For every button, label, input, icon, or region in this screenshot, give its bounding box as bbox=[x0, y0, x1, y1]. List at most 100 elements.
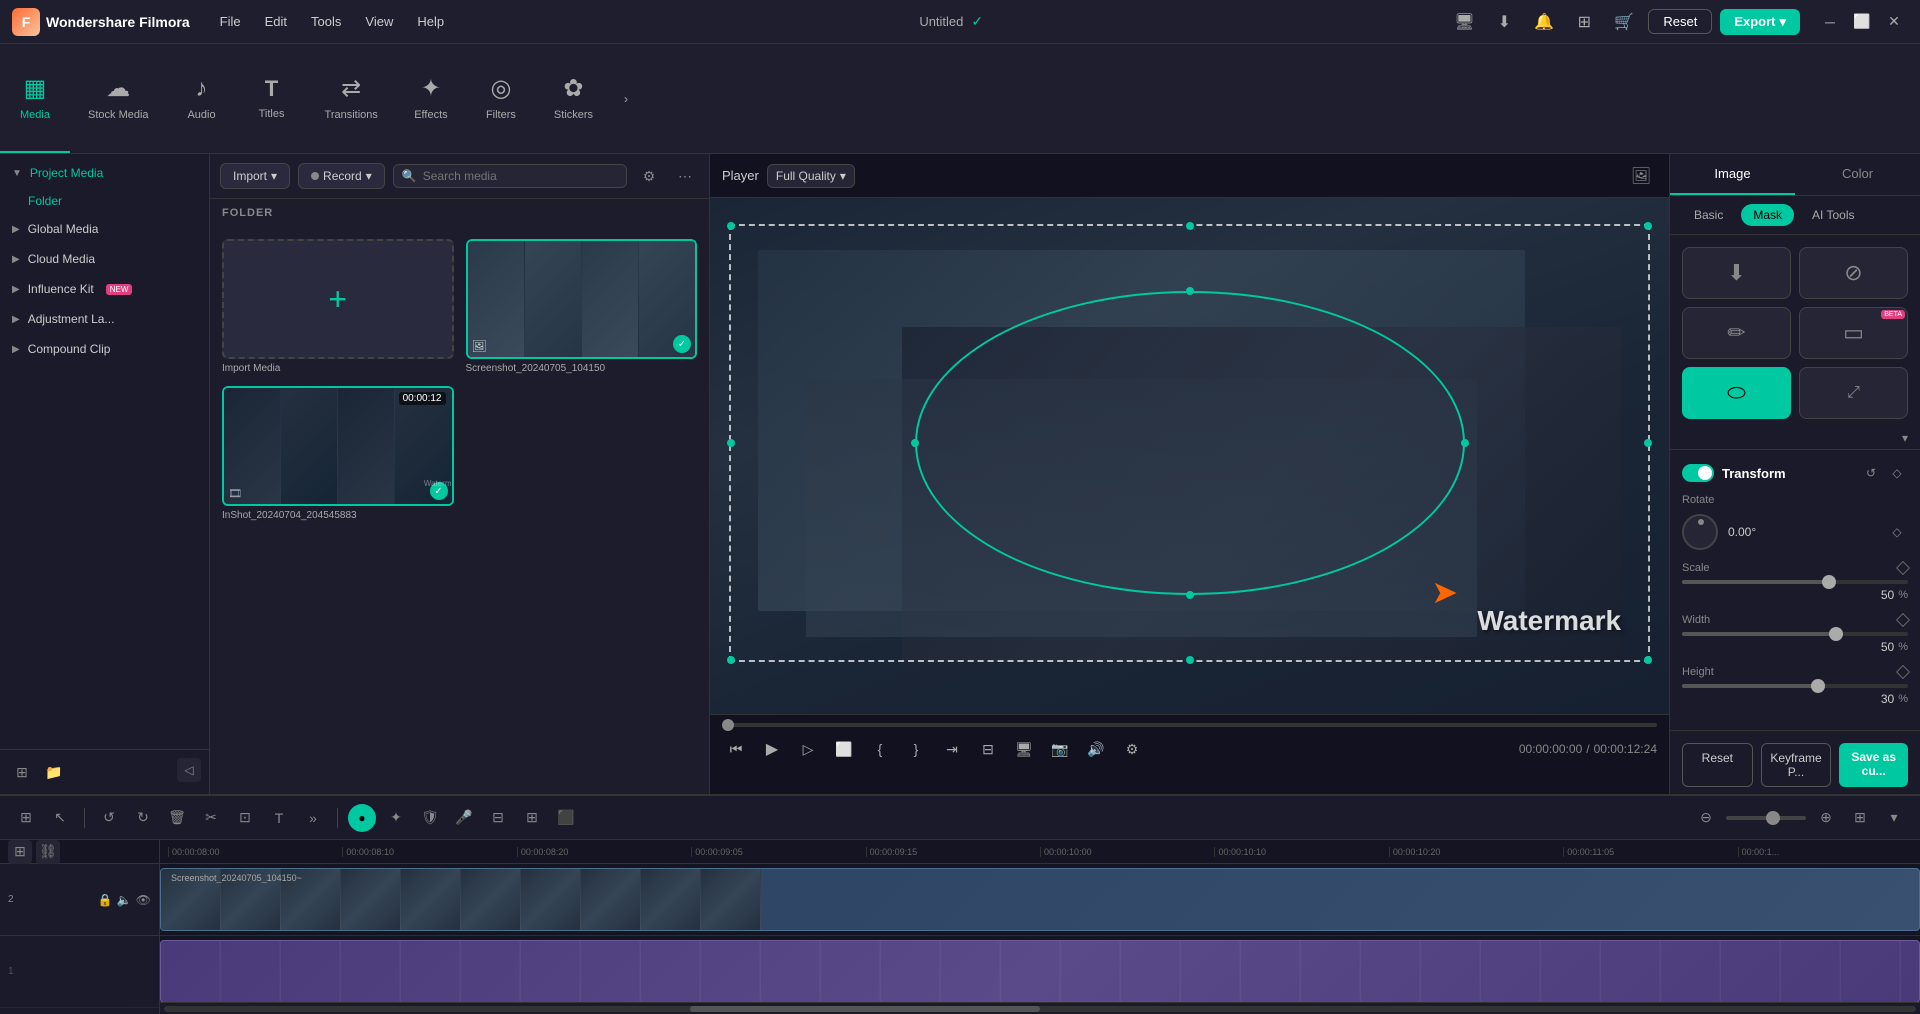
tool-transitions[interactable]: ⇄ Transitions bbox=[307, 44, 396, 153]
export-button[interactable]: Export ▾ bbox=[1720, 9, 1800, 35]
time-bar[interactable] bbox=[722, 723, 1657, 727]
sidebar-add-folder-button[interactable]: ⊞ bbox=[8, 758, 36, 786]
menu-tools[interactable]: Tools bbox=[301, 10, 351, 33]
tl-shield-button[interactable]: 🛡 bbox=[416, 804, 444, 832]
add-video-track-button[interactable]: ⊞ bbox=[8, 840, 32, 864]
mask-tool-pen[interactable]: ✏ bbox=[1682, 307, 1791, 359]
mark-in-button[interactable]: { bbox=[866, 735, 894, 763]
import-placeholder-thumb[interactable]: + bbox=[222, 239, 454, 359]
more-options-button[interactable]: ⋯ bbox=[671, 162, 699, 190]
notification-icon[interactable]: 🔔 bbox=[1528, 6, 1560, 38]
sub-tab-ai-tools[interactable]: AI Tools bbox=[1800, 204, 1866, 226]
tl-undo-button[interactable]: ↺ bbox=[95, 804, 123, 832]
menu-file[interactable]: File bbox=[210, 10, 251, 33]
minimize-button[interactable]: ─ bbox=[1816, 8, 1844, 36]
zoom-slider[interactable] bbox=[1726, 816, 1806, 820]
tl-view-options-button[interactable]: ⊞ bbox=[1846, 804, 1874, 832]
tab-image[interactable]: Image bbox=[1670, 154, 1795, 195]
tool-stock-media[interactable]: ☁ Stock Media bbox=[70, 44, 167, 153]
height-track[interactable] bbox=[1682, 684, 1908, 688]
sidebar-item-global-media[interactable]: ▶ Global Media bbox=[0, 214, 209, 244]
sub-tab-mask[interactable]: Mask bbox=[1741, 204, 1794, 226]
sidebar-item-compound-clip[interactable]: ▶ Compound Clip bbox=[0, 334, 209, 364]
sidebar-item-project-media[interactable]: ▼ Project Media bbox=[0, 158, 209, 188]
screenshot-thumb[interactable]: ✓ 🖼 bbox=[466, 239, 698, 359]
monitor-icon[interactable]: 🖥 bbox=[1448, 6, 1480, 38]
search-input[interactable] bbox=[423, 169, 618, 183]
tl-text-button[interactable]: T bbox=[265, 804, 293, 832]
volume-button[interactable]: 🔊 bbox=[1082, 735, 1110, 763]
time-knob[interactable] bbox=[722, 719, 734, 731]
tl-record-button[interactable]: ● bbox=[348, 804, 376, 832]
tl-zoom-out-button[interactable]: ⊖ bbox=[1692, 804, 1720, 832]
menu-view[interactable]: View bbox=[355, 10, 403, 33]
quality-select[interactable]: Full Quality ▾ bbox=[767, 164, 855, 188]
monitor-button[interactable]: 🖥 bbox=[1010, 735, 1038, 763]
loop-button[interactable]: ⊟ bbox=[974, 735, 1002, 763]
height-handle[interactable] bbox=[1811, 679, 1825, 693]
tool-effects[interactable]: ✦ Effects bbox=[396, 44, 466, 153]
snapshot-button[interactable]: 📷 bbox=[1046, 735, 1074, 763]
tool-more-button[interactable]: › bbox=[611, 44, 641, 153]
scale-handle[interactable] bbox=[1822, 575, 1836, 589]
search-box[interactable]: 🔍 bbox=[393, 164, 627, 188]
tl-more-button[interactable]: » bbox=[299, 804, 327, 832]
close-button[interactable]: ✕ bbox=[1880, 8, 1908, 36]
fit-button[interactable]: ⇥ bbox=[938, 735, 966, 763]
prev-frame-button[interactable]: ⏮ bbox=[722, 735, 750, 763]
track-hide-icon[interactable]: 👁 bbox=[136, 893, 151, 907]
height-diamond-icon[interactable] bbox=[1896, 665, 1910, 679]
tl-zoom-in-button[interactable]: ⊕ bbox=[1812, 804, 1840, 832]
shop-icon[interactable]: 🛒 bbox=[1608, 6, 1640, 38]
rotate-diamond-icon[interactable]: ◇ bbox=[1886, 521, 1908, 543]
mask-tool-download[interactable]: ⬇ bbox=[1682, 247, 1791, 299]
scale-diamond-icon[interactable] bbox=[1896, 561, 1910, 575]
media-item-screenshot[interactable]: ✓ 🖼 Screenshot_20240705_104150 bbox=[466, 239, 698, 374]
sidebar-folder-button[interactable]: 📁 bbox=[40, 758, 68, 786]
zoom-handle[interactable] bbox=[1766, 811, 1780, 825]
add-link-button[interactable]: ⛓ bbox=[36, 840, 60, 864]
width-diamond-icon[interactable] bbox=[1896, 613, 1910, 627]
sidebar-folder-item[interactable]: Folder bbox=[0, 188, 209, 214]
tool-titles[interactable]: T Titles bbox=[237, 44, 307, 153]
rotate-dial[interactable] bbox=[1682, 514, 1718, 550]
tl-mic-button[interactable]: 🎤 bbox=[450, 804, 478, 832]
track-mute-icon[interactable]: 🔈 bbox=[117, 893, 132, 907]
audio-clip[interactable] bbox=[160, 940, 1920, 1002]
menu-edit[interactable]: Edit bbox=[255, 10, 297, 33]
tl-redo-button[interactable]: ↻ bbox=[129, 804, 157, 832]
mask-tool-circle-cross[interactable]: ⊘ bbox=[1799, 247, 1908, 299]
transform-toggle[interactable] bbox=[1682, 464, 1714, 482]
tool-media[interactable]: ▦ Media bbox=[0, 44, 70, 153]
login-button[interactable]: Reset bbox=[1648, 9, 1712, 34]
tl-menu-button[interactable]: ▾ bbox=[1880, 804, 1908, 832]
mask-tool-rect[interactable]: BETA ▭ bbox=[1799, 307, 1908, 359]
scrollbar-track[interactable] bbox=[164, 1006, 1916, 1012]
sidebar-item-adjustment[interactable]: ▶ Adjustment La... bbox=[0, 304, 209, 334]
apps-icon[interactable]: ⊞ bbox=[1568, 6, 1600, 38]
tab-color[interactable]: Color bbox=[1795, 154, 1920, 195]
tl-effects-button[interactable]: ✦ bbox=[382, 804, 410, 832]
maximize-button[interactable]: ⬜ bbox=[1848, 8, 1876, 36]
keyframe-button[interactable]: Keyframe P... bbox=[1761, 743, 1832, 787]
app-logo[interactable]: F Wondershare Filmora bbox=[12, 8, 190, 36]
play-pause-button[interactable]: ▶ bbox=[758, 735, 786, 763]
tl-pip-button[interactable]: ⬛ bbox=[552, 804, 580, 832]
import-media-item[interactable]: + Import Media bbox=[222, 239, 454, 374]
tl-split2-button[interactable]: ⊞ bbox=[518, 804, 546, 832]
tool-filters[interactable]: ◎ Filters bbox=[466, 44, 536, 153]
tl-cursor-button[interactable]: ↖ bbox=[46, 804, 74, 832]
preview-screenshot-button[interactable]: 🖼 bbox=[1625, 160, 1657, 192]
scrollbar-thumb[interactable] bbox=[690, 1006, 1040, 1012]
width-handle[interactable] bbox=[1829, 627, 1843, 641]
filter-button[interactable]: ⚙ bbox=[635, 162, 663, 190]
tl-cut-button[interactable]: ✂ bbox=[197, 804, 225, 832]
tl-grid-button[interactable]: ⊞ bbox=[12, 804, 40, 832]
width-track[interactable] bbox=[1682, 632, 1908, 636]
transform-reset-icon[interactable]: ↺ bbox=[1860, 462, 1882, 484]
sub-tab-basic[interactable]: Basic bbox=[1682, 204, 1735, 226]
tool-stickers[interactable]: ✿ Stickers bbox=[536, 44, 611, 153]
sidebar-item-cloud-media[interactable]: ▶ Cloud Media bbox=[0, 244, 209, 274]
settings-button[interactable]: ⚙ bbox=[1118, 735, 1146, 763]
reset-button[interactable]: Reset bbox=[1682, 743, 1753, 787]
